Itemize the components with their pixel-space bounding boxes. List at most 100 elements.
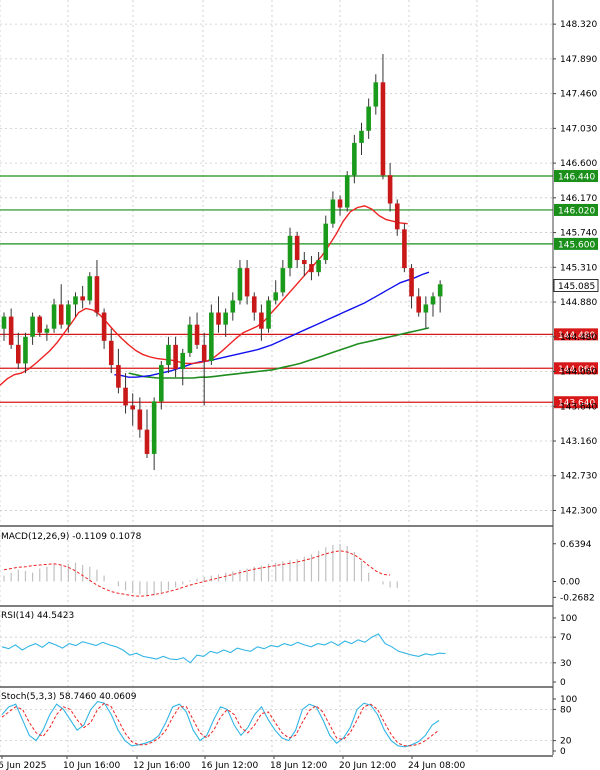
candle-bear bbox=[251, 296, 257, 313]
candle-bear bbox=[380, 82, 386, 176]
candle-bear bbox=[58, 304, 64, 325]
candle-bear bbox=[387, 175, 393, 204]
candle-bull bbox=[430, 296, 436, 305]
candle-bull bbox=[273, 292, 278, 301]
price-tick-label: 147.460 bbox=[560, 90, 597, 100]
candle-bear bbox=[302, 260, 307, 265]
candle-bull bbox=[73, 296, 78, 305]
price-axis: 148.320 147.890 147.460 147.030 146.600 146.1… bbox=[553, 20, 597, 516]
indicator-tick-label: 0.00 bbox=[560, 578, 580, 588]
candle-bear bbox=[123, 387, 128, 406]
indicator-tick-label: 100 bbox=[560, 695, 577, 705]
current-price-label: 145.085 bbox=[558, 282, 595, 292]
candle-bull bbox=[352, 142, 357, 176]
candle-bear bbox=[194, 324, 200, 345]
price-tick-label: 145.740 bbox=[560, 229, 597, 239]
price-tick-label: 147.030 bbox=[560, 124, 597, 134]
indicator-tick-label: 80 bbox=[560, 705, 572, 715]
time-tick-label: 20 Jun 12:00 bbox=[339, 761, 396, 770]
time-tick-label: 18 Jun 12:00 bbox=[270, 761, 327, 770]
candle-bear bbox=[409, 268, 414, 297]
candle-bear bbox=[216, 312, 221, 325]
candle-bull bbox=[359, 130, 364, 143]
candle-bear bbox=[144, 429, 150, 454]
candle-bull bbox=[44, 328, 50, 333]
indicator-tick-label: 0 bbox=[560, 678, 566, 688]
price-tick-label: 144.880 bbox=[560, 298, 597, 308]
time-tick-label: 16 Jun 12:00 bbox=[201, 761, 258, 770]
indicator-tick-label: -0.2682 bbox=[560, 593, 595, 603]
price-tick-label: 146.600 bbox=[560, 159, 597, 169]
candle-bull bbox=[266, 300, 271, 329]
candle-bull bbox=[287, 235, 293, 269]
rsi-panel: 100 70 30 0 RSI(14) 44.5423 bbox=[0, 611, 577, 688]
candle-bull bbox=[30, 316, 35, 337]
candle-bear bbox=[309, 264, 314, 273]
candle-bull bbox=[166, 344, 171, 366]
candle-bull bbox=[187, 324, 193, 353]
indicator-label: Stoch(5,3,3) 58.7460 40.0609 bbox=[1, 692, 137, 702]
macd-signal-line bbox=[3, 550, 391, 597]
candle-bull bbox=[209, 312, 214, 362]
candle-bull bbox=[66, 304, 71, 325]
candle-bear bbox=[8, 316, 14, 345]
price-tick-label: 147.890 bbox=[560, 55, 597, 65]
price-tick-label: 142.300 bbox=[560, 506, 597, 516]
candle-bull bbox=[423, 304, 429, 313]
time-axis: 6 Jun 2025 10 Jun 16:00 12 Jun 16:00 16 Jun… bbox=[0, 756, 465, 770]
time-tick-label: 12 Jun 16:00 bbox=[133, 761, 190, 770]
candle-bear bbox=[337, 199, 343, 208]
candle-bull bbox=[180, 352, 186, 370]
stoch-panel: 10080 200 Stoch(5,3,3) 58.7460 40.0609 bbox=[0, 692, 577, 757]
candle-bear bbox=[394, 203, 400, 230]
price-tick-label: 148.320 bbox=[560, 20, 597, 30]
price-tick-label: 145.310 bbox=[560, 263, 597, 273]
candle-bear bbox=[416, 296, 421, 313]
indicator-tick-label: 100 bbox=[560, 614, 577, 624]
candle-bear bbox=[294, 235, 300, 261]
candle-bull bbox=[151, 401, 157, 454]
time-tick-label: 6 Jun 2025 bbox=[0, 761, 46, 770]
level-label: 145.600 bbox=[558, 240, 595, 250]
candle-bull bbox=[316, 260, 321, 273]
candle-bear bbox=[244, 268, 250, 297]
trading-chart: 146.440 146.020 145.600 144.480 144.060 143.6… bbox=[0, 0, 599, 770]
candle-bull bbox=[223, 312, 228, 325]
candle-bear bbox=[137, 409, 143, 430]
candle-bear bbox=[259, 312, 264, 329]
price-tick-label: 144.060 bbox=[560, 368, 597, 378]
price-tick-label: 146.170 bbox=[560, 194, 597, 204]
time-tick-label: 10 Jun 16:00 bbox=[63, 761, 120, 770]
indicator-label: MACD(12,26,9) -0.1109 0.1078 bbox=[1, 532, 142, 542]
candle-bear bbox=[173, 344, 178, 370]
candle-bear bbox=[16, 344, 21, 364]
indicator-tick-label: 30 bbox=[560, 659, 572, 669]
candle-bull bbox=[159, 365, 164, 402]
candle-bull bbox=[344, 175, 350, 208]
price-tick-label: 144.480 bbox=[560, 333, 597, 343]
candle-bull bbox=[330, 199, 336, 224]
price-tick-label: 142.730 bbox=[560, 472, 597, 482]
candle-bull bbox=[23, 336, 28, 364]
candle-bear bbox=[94, 276, 100, 313]
level-label: 146.020 bbox=[558, 206, 595, 216]
candle-bull bbox=[366, 106, 371, 131]
candle-bull bbox=[373, 82, 379, 107]
candle-bull bbox=[51, 304, 57, 329]
indicator-tick-label: 0 bbox=[560, 747, 566, 757]
candle-bear bbox=[130, 405, 135, 410]
indicator-tick-label: 20 bbox=[560, 737, 572, 747]
candle-bull bbox=[323, 223, 329, 261]
price-tick-label: 143.160 bbox=[560, 437, 597, 447]
price-tick-label: 143.640 bbox=[560, 402, 597, 412]
candle-bull bbox=[87, 276, 93, 301]
time-tick-label: 24 Jun 08:00 bbox=[408, 761, 465, 770]
moving-averages bbox=[0, 205, 430, 386]
macd-panel: 0.6394 0.00 -0.2682 MACD(12,26,9) -0.1109 0… bbox=[1, 532, 595, 603]
candle-bull bbox=[237, 268, 243, 301]
indicator-tick-label: 70 bbox=[560, 633, 572, 643]
candle-bull bbox=[437, 284, 443, 297]
candle-bear bbox=[116, 365, 121, 388]
indicator-tick-label: 0.6394 bbox=[560, 540, 592, 550]
candle-bear bbox=[80, 296, 85, 301]
